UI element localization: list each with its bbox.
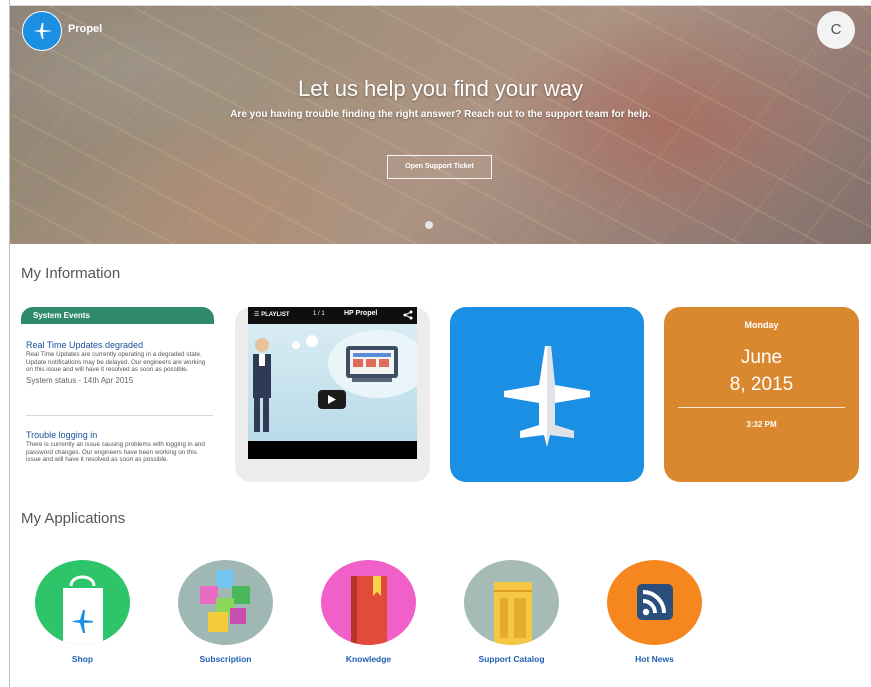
app-subscription[interactable]: Subscription bbox=[163, 560, 273, 670]
support-catalog-app-tile[interactable] bbox=[464, 560, 559, 645]
events-divider bbox=[26, 415, 213, 416]
app-label[interactable]: Shop bbox=[20, 654, 145, 664]
hero-banner: Propel C Let us help you find your way A… bbox=[10, 6, 871, 244]
video-title[interactable]: HP Propel bbox=[344, 310, 377, 317]
play-icon bbox=[328, 395, 336, 404]
cubes-icon bbox=[200, 570, 250, 632]
calendar-tile[interactable]: Monday June 8, 2015 3:32 PM bbox=[664, 307, 859, 482]
share-icon[interactable] bbox=[403, 310, 413, 320]
app-knowledge[interactable]: Knowledge bbox=[306, 560, 416, 670]
calendar-divider bbox=[678, 407, 845, 408]
shopping-bag-icon bbox=[63, 575, 103, 645]
calendar-time: 3:32 PM bbox=[746, 420, 777, 429]
event-status: System status - 14th Apr 2015 bbox=[26, 375, 134, 385]
subscription-app-tile[interactable] bbox=[178, 560, 273, 645]
video-player[interactable]: ☰ PLAYLIST 1 / 1 HP Propel bbox=[248, 307, 417, 459]
video-controls[interactable] bbox=[248, 441, 417, 459]
app-label[interactable]: Subscription bbox=[163, 654, 288, 664]
play-button[interactable] bbox=[318, 390, 346, 409]
brand-logo[interactable] bbox=[22, 11, 62, 51]
video-illustration bbox=[253, 330, 417, 432]
propel-tile[interactable] bbox=[450, 307, 644, 482]
calendar-day: Monday bbox=[744, 320, 779, 330]
event-item[interactable]: Trouble logging in There is currently an… bbox=[26, 430, 212, 464]
event-title[interactable]: Trouble logging in bbox=[26, 430, 212, 440]
app-label[interactable]: Support Catalog bbox=[449, 654, 574, 664]
calendar-month: June bbox=[740, 347, 783, 368]
event-body: There is currently an issue causing prob… bbox=[26, 441, 205, 464]
system-events-header: System Events bbox=[21, 307, 214, 324]
calendar-date-year: 8, 2015 bbox=[729, 374, 794, 395]
app-label[interactable]: Hot News bbox=[592, 654, 717, 664]
event-item[interactable]: Real Time Updates degraded Real Time Upd… bbox=[26, 340, 212, 385]
my-information-heading: My Information bbox=[21, 265, 121, 282]
carousel-indicator[interactable] bbox=[425, 221, 433, 229]
my-applications-heading: My Applications bbox=[21, 510, 126, 527]
event-body: Real Time Updates are currently operatin… bbox=[26, 351, 206, 374]
app-hot-news[interactable]: Hot News bbox=[592, 560, 702, 670]
video-thumbnail[interactable] bbox=[248, 324, 417, 441]
open-support-ticket-button[interactable]: Open Support Ticket bbox=[387, 155, 492, 179]
app-shop[interactable]: Shop bbox=[20, 560, 130, 670]
playlist-icon: ☰ bbox=[254, 312, 260, 318]
ticket-icon bbox=[494, 582, 532, 645]
airplane-icon bbox=[33, 23, 51, 39]
hot-news-app-tile[interactable] bbox=[607, 560, 702, 645]
book-icon bbox=[351, 576, 387, 645]
hero-title: Let us help you find your way bbox=[298, 76, 583, 101]
app-label[interactable]: Knowledge bbox=[306, 654, 431, 664]
video-top-bar: ☰ PLAYLIST 1 / 1 HP Propel bbox=[248, 307, 417, 324]
brand-name[interactable]: Propel bbox=[68, 23, 102, 35]
playlist-label: PLAYLIST bbox=[261, 312, 290, 318]
user-avatar[interactable]: C bbox=[817, 11, 855, 49]
video-tile: ☰ PLAYLIST 1 / 1 HP Propel bbox=[235, 307, 430, 482]
playlist-count: 1 / 1 bbox=[313, 311, 325, 317]
shop-app-tile[interactable] bbox=[35, 560, 130, 645]
system-events-panel: System Events Real Time Updates degraded… bbox=[21, 307, 214, 487]
rss-icon bbox=[637, 584, 673, 620]
app-support-catalog[interactable]: Support Catalog bbox=[449, 560, 559, 670]
event-title[interactable]: Real Time Updates degraded bbox=[26, 340, 212, 350]
airplane-icon bbox=[504, 346, 590, 447]
hero-subtitle: Are you having trouble finding the right… bbox=[230, 109, 651, 120]
knowledge-app-tile[interactable] bbox=[321, 560, 416, 645]
